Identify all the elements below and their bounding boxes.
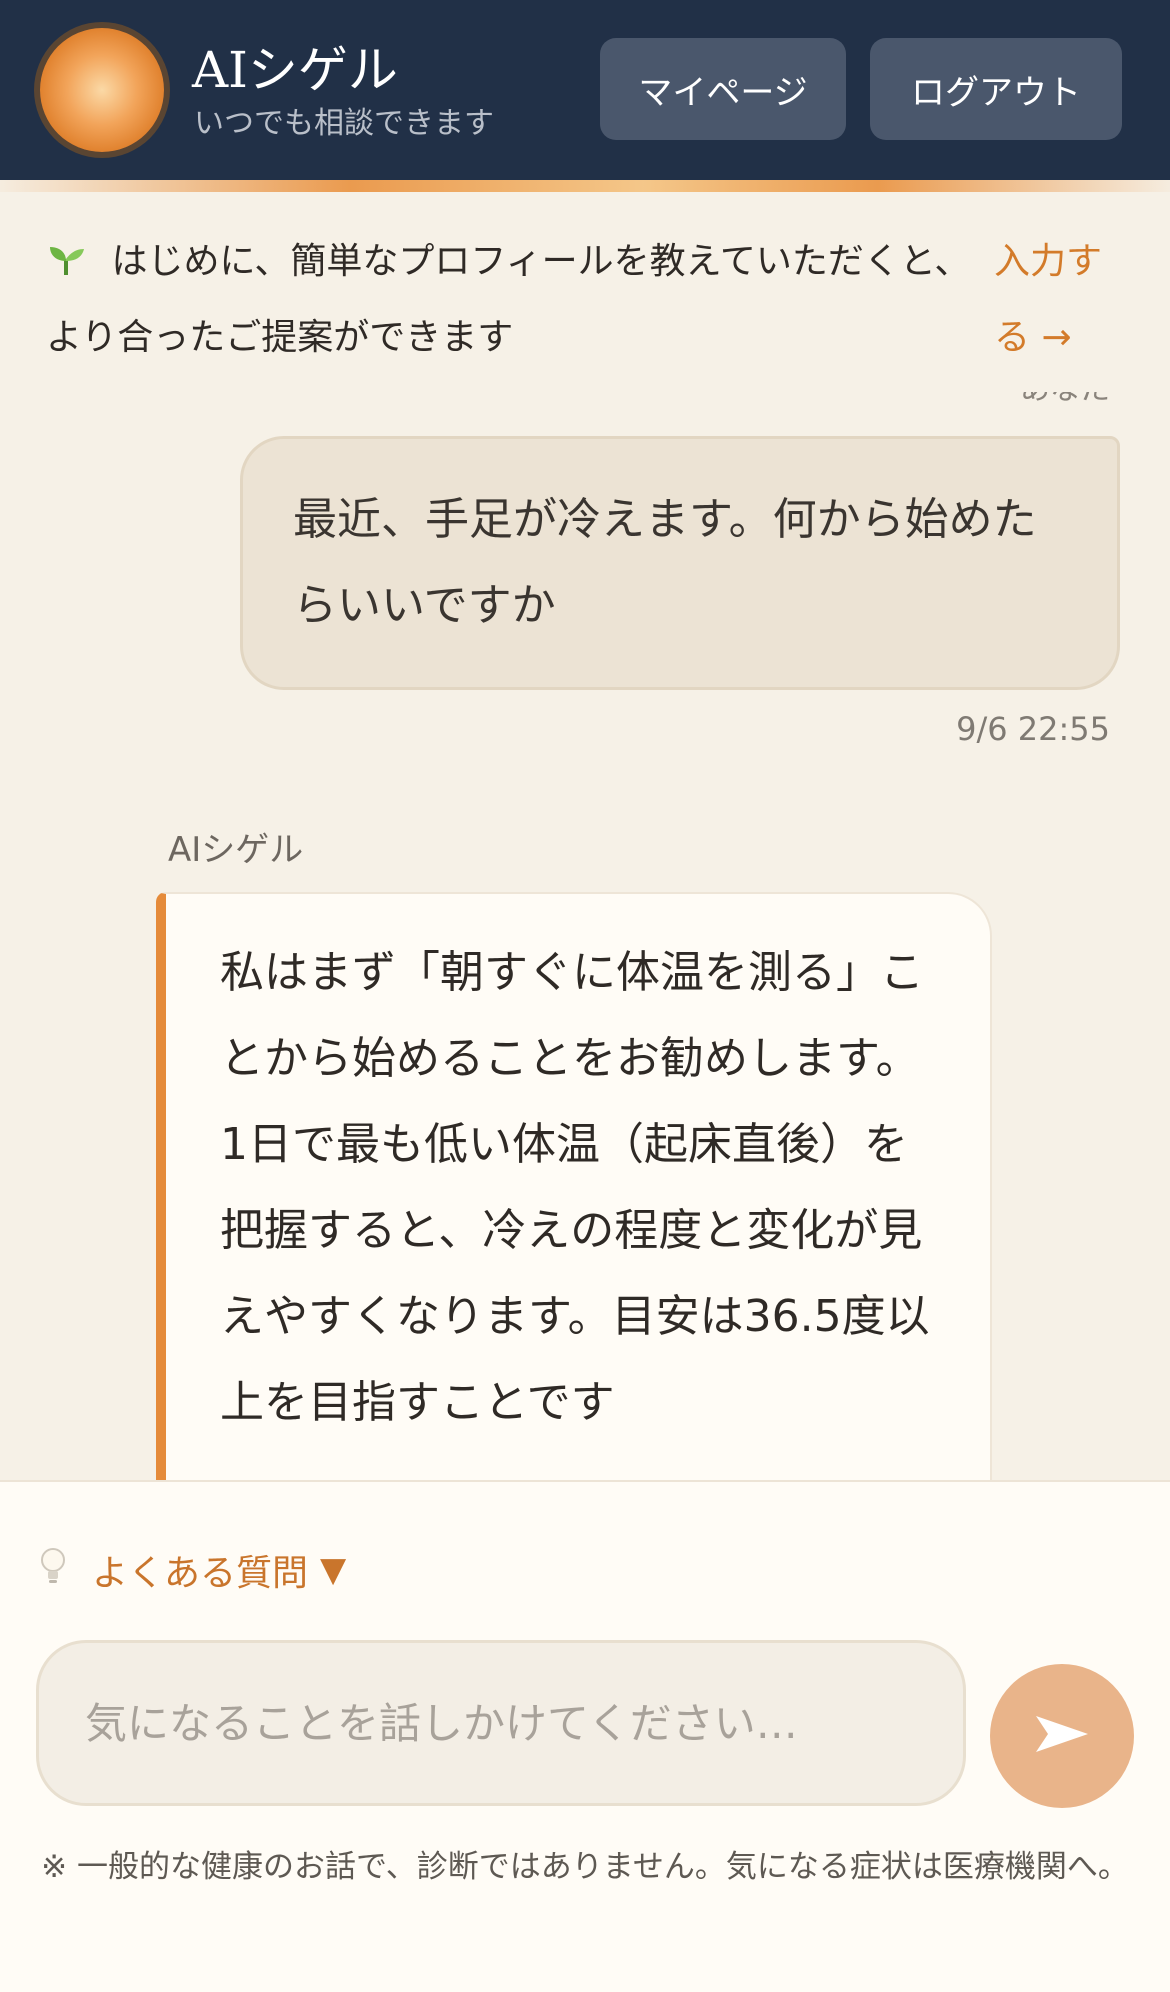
message-input-wrapper[interactable]	[36, 1640, 966, 1806]
avatar	[40, 28, 164, 152]
profile-input-link[interactable]: 入力する →	[994, 224, 1134, 376]
notice-text: はじめに、簡単なプロフィールを教えていただくと、より合ったご提案ができます	[46, 241, 971, 358]
app-header: AIシゲル いつでも相談できます マイページ ログアウト	[0, 0, 1170, 180]
sprout-icon	[46, 241, 97, 282]
lightbulb-icon	[40, 1547, 66, 1594]
composer-panel: よくある質問 ▼ ※ 一般的な健康のお話で、診断ではありません。気になる症状は医…	[0, 1480, 1170, 1992]
caret-down-icon: ▼	[320, 1550, 347, 1590]
faq-toggle[interactable]: よくある質問 ▼	[40, 1544, 346, 1596]
ai-message-bubble: 私はまず「朝すぐに体温を測る」ことから始めることをお勧めします。1日で最も低い体…	[156, 892, 992, 1480]
user-message-timestamp: 9/6 22:55	[956, 710, 1110, 748]
mypage-button[interactable]: マイページ	[600, 38, 846, 140]
disclaimer-text: ※ 一般的な健康のお話で、診断ではありません。気になる症状は医療機関へ。	[41, 1849, 1129, 1885]
app-subtitle: いつでも相談できます	[194, 106, 494, 141]
notice-text-wrap: はじめに、簡単なプロフィールを教えていただくと、より合ったご提案ができます	[46, 224, 976, 376]
header-accent-bar	[0, 180, 1170, 192]
send-arrow-icon	[1032, 1712, 1092, 1760]
faq-label: よくある質問	[92, 1553, 309, 1594]
user-message-bubble: 最近、手足が冷えます。何から始めたらいいですか	[240, 436, 1120, 690]
chat-area[interactable]: あなた 最近、手足が冷えます。何から始めたらいいですか 9/6 22:55 AI…	[0, 392, 1170, 1480]
logout-button[interactable]: ログアウト	[870, 38, 1122, 140]
message-input[interactable]	[85, 1698, 917, 1748]
app-title: AIシゲル	[192, 41, 398, 99]
send-button[interactable]	[990, 1664, 1134, 1808]
previous-message-label: あなた	[1020, 392, 1110, 408]
profile-notice: はじめに、簡単なプロフィールを教えていただくと、より合ったご提案ができます 入力…	[0, 192, 1170, 392]
ai-sender-name: AIシゲル	[168, 830, 304, 870]
